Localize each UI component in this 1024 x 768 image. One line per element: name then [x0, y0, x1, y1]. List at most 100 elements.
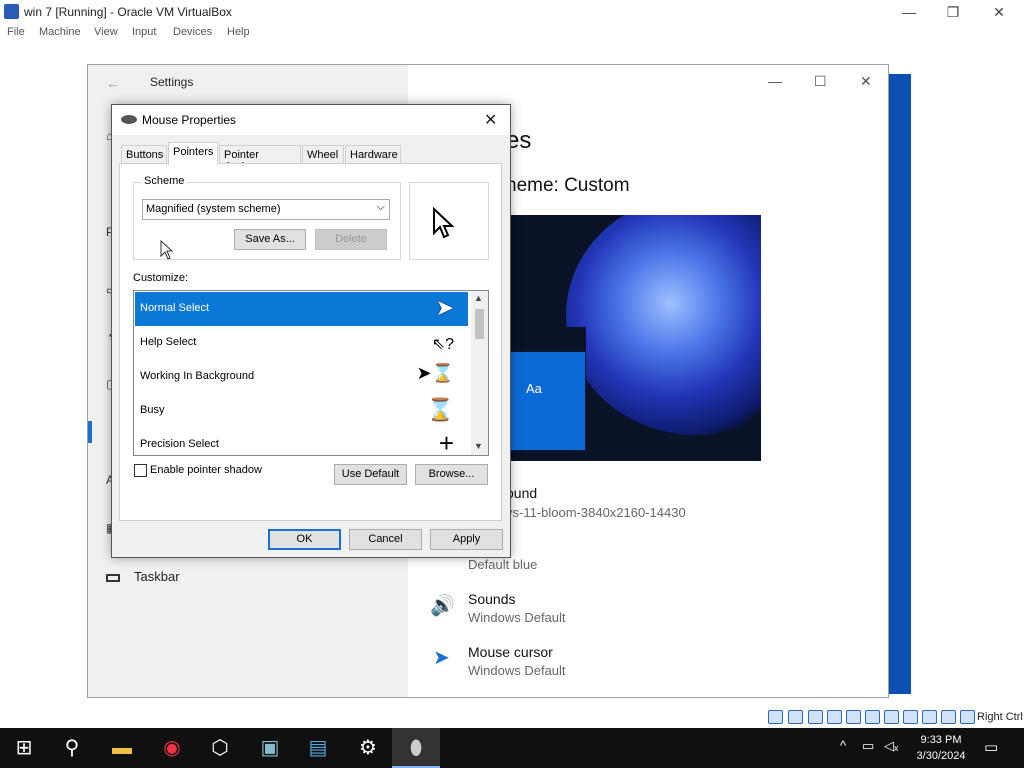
desktop-wallpaper-edge	[889, 74, 911, 694]
tab-pointer-options[interactable]: Pointer Options	[219, 145, 301, 173]
enable-shadow-checkbox[interactable]	[134, 464, 147, 477]
help-select-cursor-icon: ⇖?	[431, 336, 454, 353]
notification-icon[interactable]: ▭	[984, 738, 998, 756]
menu-devices[interactable]: Devices	[173, 26, 212, 38]
display-status-icon[interactable]	[884, 710, 899, 724]
use-default-button[interactable]: Use Default	[334, 464, 407, 485]
host-titlebar: win 7 [Running] - Oracle VM VirtualBox —…	[0, 0, 1024, 24]
sounds-icon: 🔊	[430, 595, 455, 617]
preview-tiles: Aa	[506, 327, 586, 451]
network-icon[interactable]: ▭	[862, 738, 874, 754]
pointer-list[interactable]: Normal Select ➤ Help Select ⇖? Working I…	[133, 290, 489, 456]
tab-pointers[interactable]: Pointers	[168, 142, 218, 165]
network-status-icon[interactable]	[827, 710, 842, 724]
menu-input[interactable]: Input	[132, 26, 156, 38]
color-row-sub: Default blue	[468, 557, 538, 572]
settings-maximize-button[interactable]: ☐	[814, 73, 827, 90]
list-item[interactable]: Working In Background ➤⌛	[135, 360, 468, 394]
close-button[interactable]: ✕	[986, 2, 1012, 22]
save-as-button[interactable]: Save As...	[234, 229, 306, 250]
volume-muted-icon[interactable]: ◁ₓ	[884, 738, 898, 754]
settings-title: Settings	[150, 75, 194, 89]
tab-hardware[interactable]: Hardware	[345, 145, 401, 164]
mouse-properties-dialog: Mouse Properties ✕ Buttons Pointers Poin…	[111, 104, 511, 558]
host-menubar: File Machine View Input Devices Help	[0, 24, 1024, 42]
minimize-button[interactable]: —	[896, 2, 922, 22]
windows-start-icon[interactable]: ⊞	[0, 728, 48, 768]
bloom-wallpaper	[566, 215, 761, 435]
scroll-thumb[interactable]	[475, 309, 484, 339]
scroll-down-icon[interactable]: ▼	[474, 441, 483, 451]
sidebar-item-taskbar[interactable]: Taskbar	[106, 569, 180, 584]
taskbar-clock[interactable]: 9:33 PM 3/30/2024	[906, 732, 976, 764]
list-item[interactable]: Busy ⌛	[135, 394, 468, 428]
ok-button[interactable]: OK	[268, 529, 341, 550]
windows-taskbar: ⊞ ⚲ ▬ ◉ ⬡ ▣ ▤ ⚙ ⬮ ^ ▭ ◁ₓ 9:33 PM 3/30/20…	[0, 728, 1024, 768]
cancel-button[interactable]: Cancel	[349, 529, 422, 550]
list-item[interactable]: Help Select ⇖?	[135, 326, 468, 360]
recording-status-icon[interactable]	[903, 710, 918, 724]
mouse-icon	[121, 115, 137, 124]
sounds-row-title[interactable]: Sounds	[468, 591, 515, 607]
cpu-status-icon[interactable]	[922, 710, 937, 724]
enable-shadow-label: Enable pointer shadow	[150, 464, 262, 476]
taskbar-icon	[106, 573, 120, 582]
list-item[interactable]: Precision Select +	[135, 428, 468, 456]
sounds-row-sub: Windows Default	[468, 610, 566, 625]
delete-button: Delete	[315, 229, 387, 250]
control-panel-icon[interactable]: ▤	[294, 728, 342, 768]
scheme-dropdown[interactable]: Magnified (system scheme) ⌵	[142, 199, 390, 220]
list-scrollbar[interactable]: ▲ ▼	[471, 291, 488, 455]
tab-buttons[interactable]: Buttons	[121, 145, 167, 164]
scheme-label: Scheme	[142, 175, 187, 187]
keyboard-capture-icon[interactable]	[960, 710, 975, 724]
virtualbox-icon	[4, 4, 19, 19]
dialog-title: Mouse Properties	[142, 113, 237, 127]
theme-preview: Aa	[506, 215, 761, 461]
settings-minimize-button[interactable]: —	[768, 73, 782, 89]
cursor-preview	[409, 182, 489, 260]
list-item[interactable]: Normal Select ➤	[135, 292, 468, 326]
menu-machine[interactable]: Machine	[39, 26, 81, 38]
file-explorer-icon[interactable]: ▬	[98, 728, 146, 768]
audio-status-icon[interactable]	[808, 710, 823, 724]
chrome-icon[interactable]: ◉	[148, 728, 196, 768]
mouse-integration-icon[interactable]	[941, 710, 956, 724]
tab-wheel[interactable]: Wheel	[302, 145, 344, 164]
dialog-close-button[interactable]: ✕	[484, 110, 497, 130]
apply-button[interactable]: Apply	[430, 529, 503, 550]
menu-view[interactable]: View	[94, 26, 118, 38]
optical-status-icon[interactable]	[788, 710, 803, 724]
background-row-sub: vs-11-bloom-3840x2160-14430	[506, 505, 686, 520]
browse-button[interactable]: Browse...	[415, 464, 488, 485]
3d-viewer-icon[interactable]: ⬡	[196, 728, 244, 768]
chevron-up-icon[interactable]: ^	[840, 738, 846, 753]
mouse-cursor-icon: ➤	[433, 647, 450, 669]
pointers-page: Scheme Magnified (system scheme) ⌵ Save …	[119, 163, 502, 521]
crosshair-icon: +	[438, 428, 454, 456]
customize-label: Customize:	[133, 272, 189, 284]
preview-aa-label: Aa	[526, 381, 542, 396]
menu-help[interactable]: Help	[227, 26, 250, 38]
usb-status-icon[interactable]	[846, 710, 861, 724]
hdd-status-icon[interactable]	[768, 710, 783, 724]
mouse-pointer-icon	[160, 240, 174, 260]
scroll-up-icon[interactable]: ▲	[474, 293, 483, 303]
host-window-title: win 7 [Running] - Oracle VM VirtualBox	[24, 5, 232, 19]
mouse-cursor-row-title[interactable]: Mouse cursor	[468, 644, 553, 660]
mouse-app-icon[interactable]: ⬮	[392, 728, 440, 768]
hourglass-icon: ⌛	[426, 397, 454, 422]
back-arrow-icon[interactable]: ←	[106, 75, 120, 91]
mouse-cursor-row-sub: Windows Default	[468, 663, 566, 678]
host-key-label: Right Ctrl	[977, 711, 1023, 723]
arrow-cursor-icon	[433, 207, 454, 239]
selected-indicator	[88, 421, 92, 443]
shared-folder-icon[interactable]	[865, 710, 880, 724]
settings-close-button[interactable]: ✕	[860, 73, 872, 90]
windows7-app-icon[interactable]: ▣	[246, 728, 294, 768]
theme-heading: heme: Custom	[506, 175, 630, 196]
maximize-button[interactable]: ❐	[940, 2, 966, 22]
search-icon[interactable]: ⚲	[48, 728, 96, 768]
menu-file[interactable]: File	[7, 26, 25, 38]
settings-gear-icon[interactable]: ⚙	[344, 728, 392, 768]
